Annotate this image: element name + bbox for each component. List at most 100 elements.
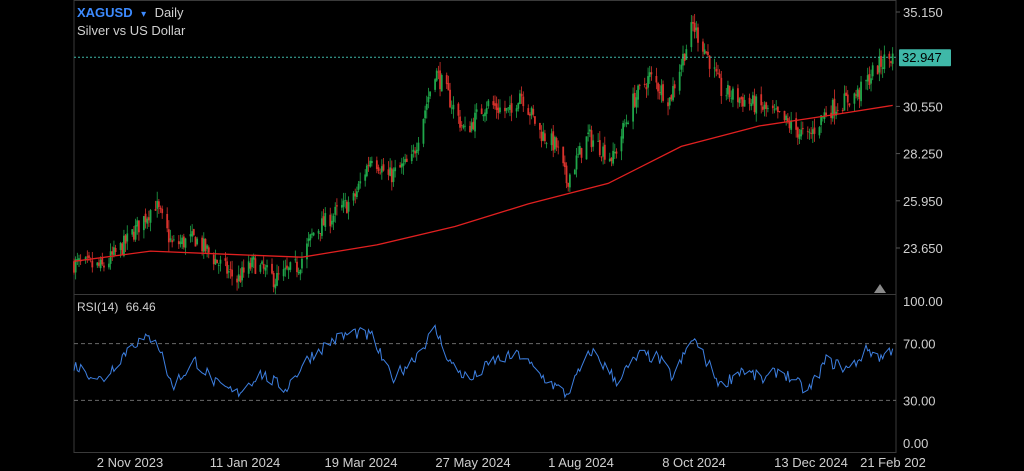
candle-body (480, 108, 483, 115)
candle-body (627, 122, 630, 125)
candle-body (800, 129, 803, 137)
candle-body (402, 163, 405, 166)
candle-body (495, 103, 498, 111)
candle-body (891, 53, 894, 64)
candle-body (853, 93, 856, 104)
candle-body (858, 90, 861, 100)
candle-body (84, 257, 87, 260)
candle-body (492, 101, 495, 106)
candle-body (400, 163, 403, 168)
candle-body (848, 103, 851, 106)
candle-body (529, 114, 531, 116)
candle-body (810, 133, 813, 134)
candle-body (845, 92, 847, 96)
candle-body (550, 133, 553, 146)
candle-body (415, 149, 418, 154)
candle-body (108, 263, 110, 268)
symbol-description: Silver vs US Dollar (77, 23, 186, 38)
candle-body (673, 84, 676, 89)
candle-body (527, 108, 530, 115)
candle-body (868, 73, 871, 86)
candle-body (137, 220, 140, 233)
candle-body (778, 111, 781, 112)
candle-body (578, 146, 581, 155)
candle-body (648, 72, 651, 77)
candle-body (775, 108, 778, 110)
candle-body (299, 270, 302, 275)
candle-body (399, 165, 402, 168)
candle-body (865, 80, 867, 82)
candle-body (429, 91, 431, 97)
price-tick-label: 28.250 (903, 147, 943, 162)
candle-body (359, 181, 362, 184)
time-tick-label: 8 Oct 2024 (662, 455, 726, 470)
candle-body (622, 123, 625, 139)
candle-body (587, 132, 590, 134)
candle-body (311, 233, 313, 235)
candle-body (389, 167, 392, 176)
candle-body (161, 208, 164, 214)
candle-body (801, 128, 804, 130)
candle-body (881, 67, 884, 69)
candle-body (472, 121, 475, 130)
symbol-header[interactable]: XAGUSD ▾ Daily (77, 4, 184, 21)
candle-body (585, 136, 588, 160)
candle-body (324, 213, 327, 227)
candle-body (647, 76, 649, 88)
candle-body (695, 27, 698, 31)
candle-body (156, 200, 159, 209)
candle-body (271, 263, 273, 274)
candle-body (685, 49, 688, 60)
candle-body (522, 96, 525, 107)
candle (345, 199, 348, 214)
candle-body (568, 174, 571, 188)
candle (365, 163, 368, 178)
symbol-name[interactable]: XAGUSD (77, 5, 133, 20)
candle-body (470, 122, 473, 131)
candle (194, 236, 197, 247)
candle-body (655, 75, 658, 83)
symbol-dropdown-icon[interactable]: ▾ (141, 9, 146, 20)
candle-body (765, 102, 768, 109)
candle-body (196, 238, 199, 245)
candle-body (732, 88, 734, 100)
candle-body (567, 182, 570, 187)
candle-body (434, 79, 436, 90)
candle-body (367, 164, 370, 166)
interval-label[interactable]: Daily (155, 5, 184, 20)
candle-body (254, 258, 257, 274)
candle-body (766, 108, 769, 109)
candle-body (773, 109, 776, 111)
candle-body (131, 229, 134, 235)
time-tick-label: 21 Feb 202 (860, 455, 926, 470)
candle-body (643, 83, 646, 86)
candle-body (880, 55, 882, 67)
candle-body (296, 261, 298, 273)
chart-canvas[interactable]: 35.150 30.550 28.250 25.950 23.650 32.947 XA… (0, 0, 1024, 471)
candle-body (680, 64, 683, 70)
candle-body (552, 131, 555, 151)
candle-body (843, 93, 846, 111)
candle-body (242, 267, 245, 273)
candle-body (312, 232, 315, 236)
candle-body (412, 149, 415, 152)
candle-body (825, 112, 828, 116)
candle-body (683, 53, 686, 61)
candle-body (319, 233, 322, 234)
candle-body (231, 269, 233, 277)
candle-body (494, 103, 496, 106)
candle-body (499, 107, 501, 113)
candle-body (377, 167, 380, 172)
time-tick-label: 2 Nov 2023 (97, 455, 164, 470)
candle-body (309, 234, 312, 241)
candle (876, 64, 879, 75)
candle-body (192, 229, 195, 236)
candle-body (109, 251, 112, 264)
candle-body (846, 94, 849, 103)
candle-body (422, 119, 425, 144)
price-tick-label: 35.150 (903, 5, 943, 20)
candle-body (157, 201, 160, 208)
candle-body (510, 103, 513, 113)
candle-body (124, 235, 127, 244)
candle-body (229, 269, 232, 270)
